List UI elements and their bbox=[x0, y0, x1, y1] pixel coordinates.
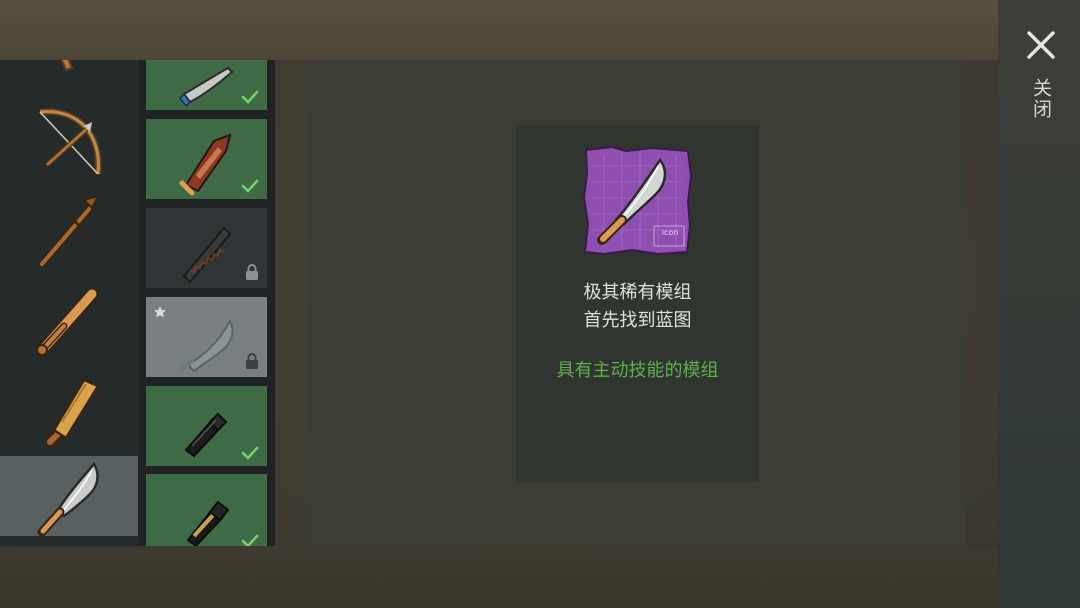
weapon-cell-machete[interactable] bbox=[0, 456, 138, 537]
sheath-mod-icon bbox=[179, 133, 232, 196]
blueprint-icon bbox=[582, 146, 692, 256]
kukri-mod-icon bbox=[179, 318, 234, 373]
check-icon bbox=[241, 534, 259, 546]
crossbow-icon bbox=[39, 108, 102, 175]
weapon-list[interactable] bbox=[0, 60, 138, 546]
rarity-text: 极其稀有模组 bbox=[583, 282, 692, 303]
wrapped-grip-mod-icon bbox=[186, 500, 230, 546]
close-icon bbox=[1027, 31, 1055, 59]
pickaxe-icon bbox=[38, 194, 100, 268]
lock-icon bbox=[246, 264, 258, 280]
bottom-bar bbox=[0, 548, 1000, 608]
mod-cell-1[interactable] bbox=[146, 60, 267, 110]
mod-cell-5[interactable] bbox=[146, 386, 267, 466]
wooden-plank-icon bbox=[45, 378, 100, 447]
weapon-cell-bat[interactable] bbox=[0, 278, 138, 358]
mod-cell-2[interactable] bbox=[146, 119, 267, 199]
blueprint-hint-text: 首先找到蓝图 bbox=[583, 310, 692, 331]
mod-cell-4[interactable] bbox=[146, 297, 267, 377]
weapon-cell-pickaxe[interactable] bbox=[0, 190, 138, 270]
weapon-cell-crossbow[interactable] bbox=[0, 100, 138, 180]
close-label[interactable]: 关闭 bbox=[1028, 78, 1054, 120]
check-icon bbox=[241, 179, 259, 193]
mod-list[interactable] bbox=[138, 60, 275, 546]
weapon-partial-icon bbox=[60, 60, 74, 72]
check-icon bbox=[241, 446, 259, 460]
mod-cell-3[interactable] bbox=[146, 208, 267, 288]
mod-cell-6[interactable] bbox=[146, 474, 267, 546]
top-bar bbox=[0, 0, 1000, 60]
machete-icon bbox=[37, 461, 99, 537]
grip-mod-icon bbox=[184, 412, 228, 458]
selection-arrow bbox=[124, 486, 138, 508]
star-icon bbox=[154, 306, 166, 318]
lock-icon bbox=[246, 353, 258, 369]
saw-blade-mod-icon bbox=[182, 226, 232, 284]
weapon-cell-plank[interactable] bbox=[0, 368, 138, 448]
blade-mod-icon bbox=[179, 66, 234, 106]
check-icon bbox=[241, 90, 259, 104]
close-button[interactable] bbox=[1024, 28, 1058, 62]
active-skill-text: 具有主动技能的模组 bbox=[556, 360, 719, 381]
baseball-bat-icon bbox=[36, 287, 99, 356]
weapon-cell-partial[interactable] bbox=[0, 60, 138, 82]
blueprint-stamp: icon bbox=[661, 228, 679, 237]
